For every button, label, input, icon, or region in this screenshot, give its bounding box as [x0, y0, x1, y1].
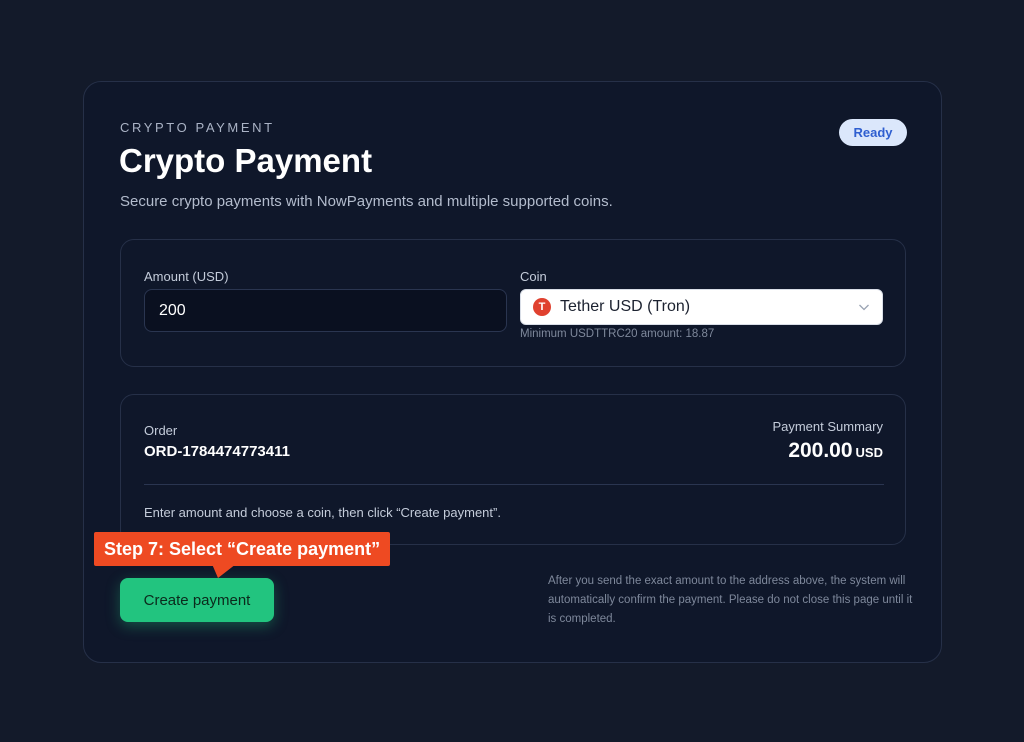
step-callout-pointer	[212, 564, 236, 578]
chevron-down-icon	[859, 304, 869, 311]
amount-label: Amount (USD)	[144, 269, 229, 284]
payment-summary-amount: 200.00 USD	[788, 439, 883, 463]
create-payment-button[interactable]: Create payment	[120, 578, 274, 622]
summary-instruction: Enter amount and choose a coin, then cli…	[144, 505, 501, 520]
summary-divider	[144, 484, 884, 485]
amount-input[interactable]	[144, 289, 507, 332]
step-callout: Step 7: Select “Create payment”	[94, 532, 391, 566]
summary-amount-value: 200.00	[788, 439, 853, 462]
status-badge: Ready	[839, 119, 907, 146]
payment-summary-label: Payment Summary	[772, 419, 883, 434]
payment-form-panel: Amount (USD) Coin T Tether USD (Tron) Mi…	[120, 239, 906, 367]
order-id: ORD-1784474773411	[144, 443, 290, 460]
coin-label: Coin	[520, 269, 547, 284]
payment-summary-panel: Order ORD-1784474773411 Payment Summary …	[120, 394, 906, 545]
confirmation-note: After you send the exact amount to the a…	[548, 575, 913, 625]
order-label: Order	[144, 423, 178, 438]
page-title: Crypto Payment	[119, 142, 373, 179]
coin-selected-label: Tether USD (Tron)	[560, 298, 691, 315]
tether-coin-icon: T	[533, 298, 551, 316]
page-subtitle: Secure crypto payments with NowPayments …	[120, 193, 613, 210]
page-eyebrow: CRYPTO PAYMENT	[120, 120, 275, 135]
summary-currency: USD	[855, 445, 883, 460]
coin-minimum-hint: Minimum USDTTRC20 amount: 18.87	[520, 328, 715, 340]
coin-select[interactable]: T Tether USD (Tron)	[520, 289, 883, 325]
